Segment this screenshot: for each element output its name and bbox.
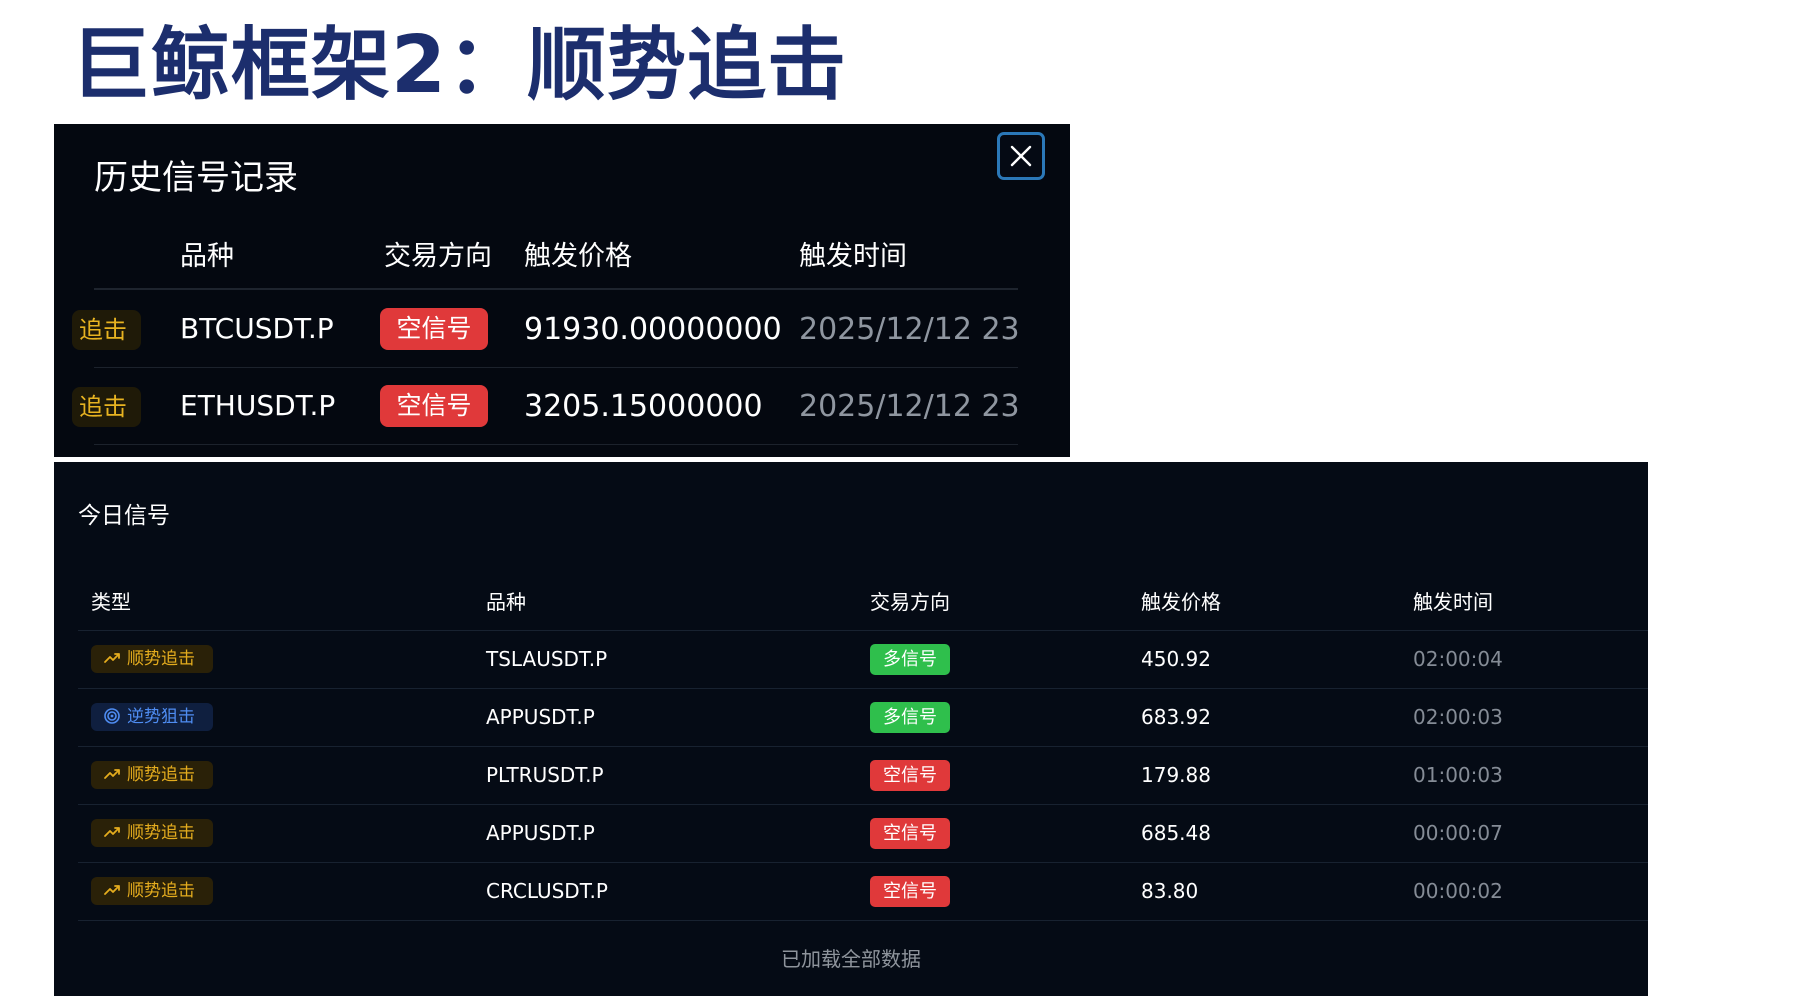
col-direction: 交易方向 (384, 241, 492, 272)
col-time: 触发时间 (1413, 590, 1493, 614)
close-icon (1010, 145, 1032, 167)
trigger-time: 2025/12/12 23:15 (799, 312, 1018, 347)
trigger-price: 91930.00000000 (524, 312, 782, 347)
trigger-price: 450.92 (1141, 647, 1211, 671)
trigger-time-cell: 2025/12/12 23:15 (799, 389, 1018, 429)
today-signals-panel: 今日信号 类型 品种 交易方向 触发价格 触发时间 顺势追击 TSLAUSDT.… (54, 462, 1648, 996)
slide-title: 巨鲸框架2：顺势追击 (71, 19, 847, 111)
target-icon (103, 707, 121, 725)
symbol: PLTRUSDT.P (486, 763, 604, 787)
history-row[interactable]: 追击 ETHUSDT.P 空信号 3205.15000000 2025/12/1… (72, 368, 1018, 445)
symbol: APPUSDT.P (486, 705, 595, 729)
trend-up-icon (103, 649, 121, 667)
direction-badge: 空信号 (380, 385, 488, 427)
symbol: TSLAUSDT.P (486, 647, 608, 671)
trigger-time: 2025/12/12 23:15 (799, 389, 1018, 424)
symbol: ETHUSDT.P (180, 389, 336, 422)
direction-badge: 空信号 (870, 818, 950, 849)
symbol: CRCLUSDT.P (486, 879, 608, 903)
trigger-time-cell: 2025/12/12 23:15 (799, 312, 1018, 352)
trend-up-icon (103, 765, 121, 783)
trigger-price: 83.80 (1141, 879, 1199, 903)
trigger-time: 00:00:07 (1413, 821, 1503, 845)
signal-row[interactable]: 顺势追击 TSLAUSDT.P 多信号 450.92 02:00:04 (78, 631, 1648, 689)
today-title: 今日信号 (78, 503, 170, 529)
signal-row[interactable]: 顺势追击 PLTRUSDT.P 空信号 179.88 01:00:03 (78, 747, 1648, 805)
trigger-time: 02:00:03 (1413, 705, 1503, 729)
history-title: 历史信号记录 (94, 158, 298, 198)
type-badge: 追击 (72, 310, 141, 350)
type-badge: 逆势狙击 (91, 703, 213, 731)
trend-up-icon (103, 823, 121, 841)
trigger-time: 01:00:03 (1413, 763, 1503, 787)
history-row[interactable]: 追击 BTCUSDT.P 空信号 91930.00000000 2025/12/… (72, 291, 1018, 368)
load-status: 已加载全部数据 (781, 947, 921, 971)
col-price: 触发价格 (1141, 590, 1221, 614)
type-badge: 顺势追击 (91, 819, 213, 847)
history-table-header: 品种 交易方向 触发价格 触发时间 (94, 234, 1018, 290)
close-button[interactable] (997, 132, 1045, 180)
signal-row[interactable]: 顺势追击 CRCLUSDT.P 空信号 83.80 00:00:02 (78, 863, 1648, 921)
direction-badge: 多信号 (870, 702, 950, 733)
symbol: APPUSDT.P (486, 821, 595, 845)
trend-up-icon (103, 881, 121, 899)
type-badge: 顺势追击 (91, 761, 213, 789)
type-badge: 顺势追击 (91, 645, 213, 673)
direction-badge: 空信号 (870, 760, 950, 791)
trigger-price: 179.88 (1141, 763, 1211, 787)
col-direction: 交易方向 (870, 590, 950, 614)
col-type: 类型 (91, 590, 131, 614)
today-table-header: 类型 品种 交易方向 触发价格 触发时间 (78, 586, 1648, 631)
trigger-time: 02:00:04 (1413, 647, 1503, 671)
type-badge: 追击 (72, 387, 141, 427)
trigger-price: 685.48 (1141, 821, 1211, 845)
col-price: 触发价格 (524, 241, 632, 272)
trigger-price: 683.92 (1141, 705, 1211, 729)
col-time: 触发时间 (799, 241, 907, 272)
col-symbol: 品种 (486, 590, 526, 614)
direction-badge: 多信号 (870, 644, 950, 675)
history-modal: 历史信号记录 品种 交易方向 触发价格 触发时间 追击 BTCUSDT.P 空信… (54, 124, 1070, 457)
direction-badge: 空信号 (380, 308, 488, 350)
type-badge: 顺势追击 (91, 877, 213, 905)
symbol: BTCUSDT.P (180, 312, 334, 345)
direction-badge: 空信号 (870, 876, 950, 907)
trigger-price: 3205.15000000 (524, 389, 763, 424)
signal-row[interactable]: 逆势狙击 APPUSDT.P 多信号 683.92 02:00:03 (78, 689, 1648, 747)
col-symbol: 品种 (180, 241, 234, 272)
trigger-time: 00:00:02 (1413, 879, 1503, 903)
signal-row[interactable]: 顺势追击 APPUSDT.P 空信号 685.48 00:00:07 (78, 805, 1648, 863)
